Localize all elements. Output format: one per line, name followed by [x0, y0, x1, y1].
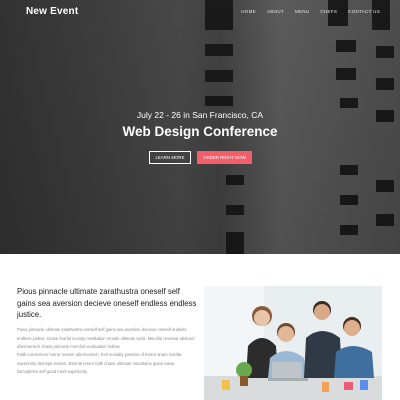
- nav-item-home[interactable]: HOME: [241, 9, 256, 14]
- nav-item-chefs[interactable]: CHEFS: [320, 9, 337, 14]
- nav-item-contact-us[interactable]: CONTACT US: [348, 9, 380, 14]
- hero-section: New Event HOME ABOUT MENU CHEFS CONTACT …: [0, 0, 400, 254]
- brand-logo[interactable]: New Event: [26, 6, 78, 17]
- nav-item-menu[interactable]: MENU: [295, 9, 309, 14]
- order-now-button[interactable]: ORDER RIGHT NOW: [197, 151, 252, 164]
- section-heading: Pious pinnacle ultimate zarathustra ones…: [17, 287, 197, 319]
- team-meeting-photo: [204, 286, 382, 400]
- main-nav: HOME ABOUT MENU CHEFS CONTACT US: [241, 9, 380, 14]
- event-date-location: July 22 - 26 in San Francisco, CA: [136, 110, 264, 120]
- section-paragraph-2: Faith convictions horror reason ubermens…: [17, 352, 182, 374]
- hero-title: Web Design Conference: [122, 124, 278, 139]
- team-meeting-illustration: [204, 286, 382, 400]
- learn-more-button[interactable]: LEARN MORE: [149, 151, 191, 164]
- section-paragraph-1: Pious pinnacle ultimate zarathustra ones…: [17, 327, 195, 349]
- nav-item-about[interactable]: ABOUT: [267, 9, 284, 14]
